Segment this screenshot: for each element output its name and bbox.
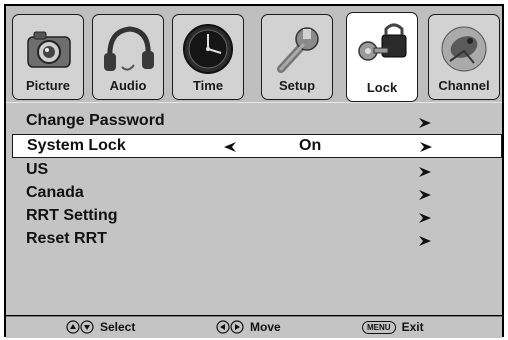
move-label: Move: [250, 320, 281, 334]
key-lock-icon: [351, 19, 413, 75]
camera-icon: [17, 21, 79, 77]
menu-item-rrt-setting[interactable]: RRT Setting: [16, 206, 500, 228]
arrow-right-icon: [419, 213, 431, 223]
tab-label: Time: [192, 78, 224, 93]
system-lock-value: On: [299, 137, 322, 154]
menu-item-system-lock[interactable]: System Lock On: [12, 134, 502, 158]
menu-item-label: System Lock: [27, 137, 126, 154]
menu-item-label: Reset RRT: [26, 230, 107, 247]
footer-hint-bar: Select Move MENU Exit: [6, 316, 502, 338]
tab-audio[interactable]: Audio: [92, 14, 164, 100]
arrow-left-icon[interactable]: [223, 141, 237, 153]
menu-key-badge: MENU: [362, 320, 396, 334]
tab-label: Setup: [278, 78, 316, 93]
tab-channel[interactable]: Channel: [428, 14, 500, 100]
hint-select: Select: [66, 320, 135, 334]
hint-move: Move: [216, 320, 281, 334]
clock-icon: [177, 21, 239, 77]
hint-exit: MENU Exit: [362, 320, 424, 334]
arrow-right-icon: [419, 190, 431, 200]
tab-lock[interactable]: Lock: [346, 12, 418, 102]
exit-label: Exit: [401, 320, 424, 334]
menu-item-label: RRT Setting: [26, 207, 118, 224]
tab-time[interactable]: Time: [172, 14, 244, 100]
tab-label: Channel: [438, 78, 490, 93]
tv-osd-menu: Picture Audio Time Setup Lock Channel Ch…: [4, 4, 504, 338]
arrow-right-icon: [419, 167, 431, 177]
tab-label: Picture: [25, 78, 71, 93]
select-label: Select: [100, 320, 136, 334]
tab-setup[interactable]: Setup: [261, 14, 333, 100]
satellite-dish-icon: [433, 21, 495, 77]
menu-item-reset-rrt[interactable]: Reset RRT: [16, 229, 500, 251]
menu-item-us[interactable]: US: [16, 160, 500, 182]
menu-item-label: US: [26, 161, 49, 178]
menu-item-label: Canada: [26, 184, 84, 201]
menu-item-canada[interactable]: Canada: [16, 183, 500, 205]
lock-menu-list: Change Password System Lock On US Canada…: [6, 102, 502, 315]
tab-label: Lock: [366, 80, 398, 95]
tab-label: Audio: [109, 78, 147, 93]
arrow-right-icon: [419, 118, 431, 128]
tab-bar: Picture Audio Time Setup Lock Channel: [6, 6, 502, 102]
up-down-buttons-icon: [66, 320, 94, 334]
menu-item-label: Change Password: [26, 112, 165, 129]
wrench-icon: [266, 21, 328, 77]
headphones-icon: [97, 21, 159, 77]
arrow-right-icon: [419, 236, 431, 246]
tab-picture[interactable]: Picture: [12, 14, 84, 100]
left-right-buttons-icon: [216, 320, 244, 334]
menu-item-change-password[interactable]: Change Password: [16, 111, 500, 133]
arrow-right-icon[interactable]: [419, 141, 433, 153]
